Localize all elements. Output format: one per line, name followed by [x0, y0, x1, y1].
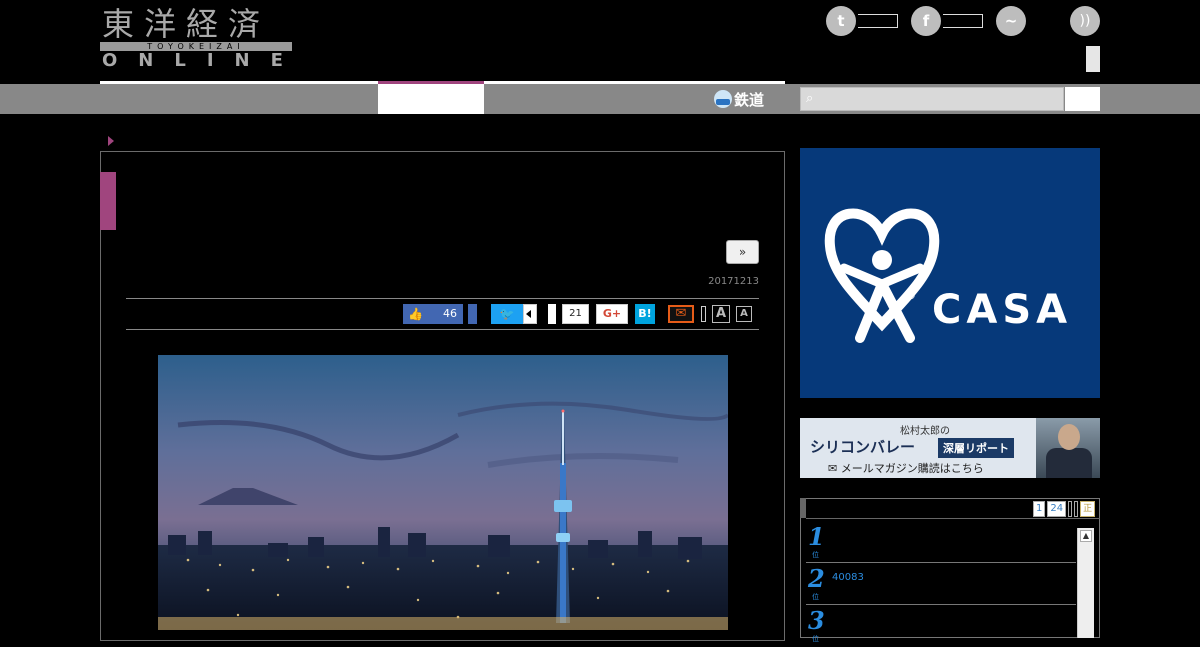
mail-icon[interactable]: ✉ [668, 305, 694, 323]
rank-number: 2 [808, 564, 825, 593]
twitter-share[interactable]: t [826, 6, 902, 36]
ad-tag: 深層リポート [938, 438, 1014, 458]
scroll-up-icon[interactable]: ▲ [1080, 530, 1092, 542]
hatena-bookmark-button[interactable]: B! [635, 304, 655, 324]
nav-tab-railway[interactable]: 鉄道 [714, 88, 784, 110]
train-icon [714, 90, 732, 108]
ranking-page-tab[interactable] [1074, 501, 1079, 517]
silicon-valley-newsletter-ad[interactable]: 松村太郎の シリコンバレー 深層リポート ✉ メールマガジン購読はこちら [800, 418, 1100, 478]
nav-tab-active[interactable] [378, 84, 484, 114]
share-rule-top [126, 298, 759, 299]
ranking-page-last[interactable]: 正 [1080, 501, 1096, 517]
ad-photo-body [1046, 448, 1092, 478]
twitter-count-box [858, 14, 898, 28]
like-count: 46 [443, 307, 457, 320]
ranking-header-rule [806, 518, 1100, 519]
ranking-item[interactable]: 3 位 [806, 607, 1076, 647]
font-size-small-button[interactable]: A [736, 306, 752, 322]
share-rule-bottom [126, 329, 759, 330]
facebook-share[interactable]: f [911, 6, 987, 36]
search-input[interactable] [800, 87, 1064, 111]
article-photo [158, 355, 728, 630]
registered-mark: ® [906, 291, 916, 302]
site-logo[interactable]: 東洋経済 TOYOKEIZAI ONLINE [100, 6, 292, 70]
ad-author-line: 松村太郎の [900, 426, 950, 437]
messenger-icon[interactable]: ~ [996, 6, 1026, 36]
rank-divider [806, 562, 1076, 563]
rank-suffix: 位 [812, 593, 819, 601]
tokyo-skytree-night-photo [158, 355, 728, 630]
search-button[interactable] [1065, 87, 1100, 111]
pocket-count: 21 [562, 304, 589, 324]
ranking-page-tab[interactable] [1068, 501, 1073, 517]
title-accent-bar [100, 172, 116, 230]
next-page-button[interactable]: » [726, 240, 759, 264]
facebook-icon[interactable]: f [911, 6, 941, 36]
facebook-share-button[interactable] [468, 304, 477, 324]
rss-icon[interactable]: )) [1070, 6, 1100, 36]
heart-figure-logo-icon [824, 208, 940, 343]
rank-suffix: 位 [812, 551, 819, 559]
logo-online: ONLINE [102, 50, 304, 71]
facebook-count-box [943, 14, 983, 28]
ad-title: シリコンバレー [810, 438, 916, 456]
tweet-count [523, 304, 537, 324]
casa-brand-text: CASA [932, 287, 1073, 333]
ranking-pager: 1 24 正 [1033, 501, 1096, 517]
nav-tab-railway-label: 鉄道 [734, 90, 765, 109]
breadcrumb-arrow-icon [108, 136, 114, 146]
article-date: 20171213 [708, 276, 759, 287]
google-plus-button[interactable]: G+ [596, 304, 628, 324]
ranking-page-24[interactable]: 24 [1047, 501, 1067, 517]
ranking-item[interactable]: 2 位 40083 [806, 565, 1076, 605]
ranking-item[interactable]: 1 位 [806, 523, 1076, 563]
thumbs-up-icon: 👍 [408, 307, 423, 321]
rank-number: 3 [808, 606, 825, 635]
ranking-scrollbar[interactable]: ▲ [1077, 528, 1094, 638]
ranking-page-1[interactable]: 1 [1033, 501, 1046, 517]
ad-photo-head [1058, 424, 1080, 450]
ranking-header-accent [800, 498, 806, 518]
logo-kanji: 東洋経済 [102, 5, 271, 43]
rank-divider [806, 604, 1076, 605]
rank-number: 1 [808, 522, 825, 551]
print-button[interactable] [701, 306, 706, 322]
font-size-large-button[interactable]: A [712, 305, 730, 323]
casa-ad-banner[interactable]: ® CASA [800, 148, 1100, 398]
rank-title: 40083 [832, 572, 864, 583]
tweet-button[interactable]: 🐦 [491, 304, 523, 324]
pocket-button[interactable] [548, 304, 556, 324]
facebook-like-button[interactable]: 👍 46 [403, 304, 463, 324]
utility-button[interactable] [1086, 46, 1100, 72]
search-icon: ⌕ [806, 91, 814, 106]
ad-cta: ✉ メールマガジン購読はこちら [828, 462, 984, 475]
rank-suffix: 位 [812, 635, 819, 643]
twitter-icon[interactable]: t [826, 6, 856, 36]
messenger-share[interactable]: ~ [996, 6, 1026, 36]
